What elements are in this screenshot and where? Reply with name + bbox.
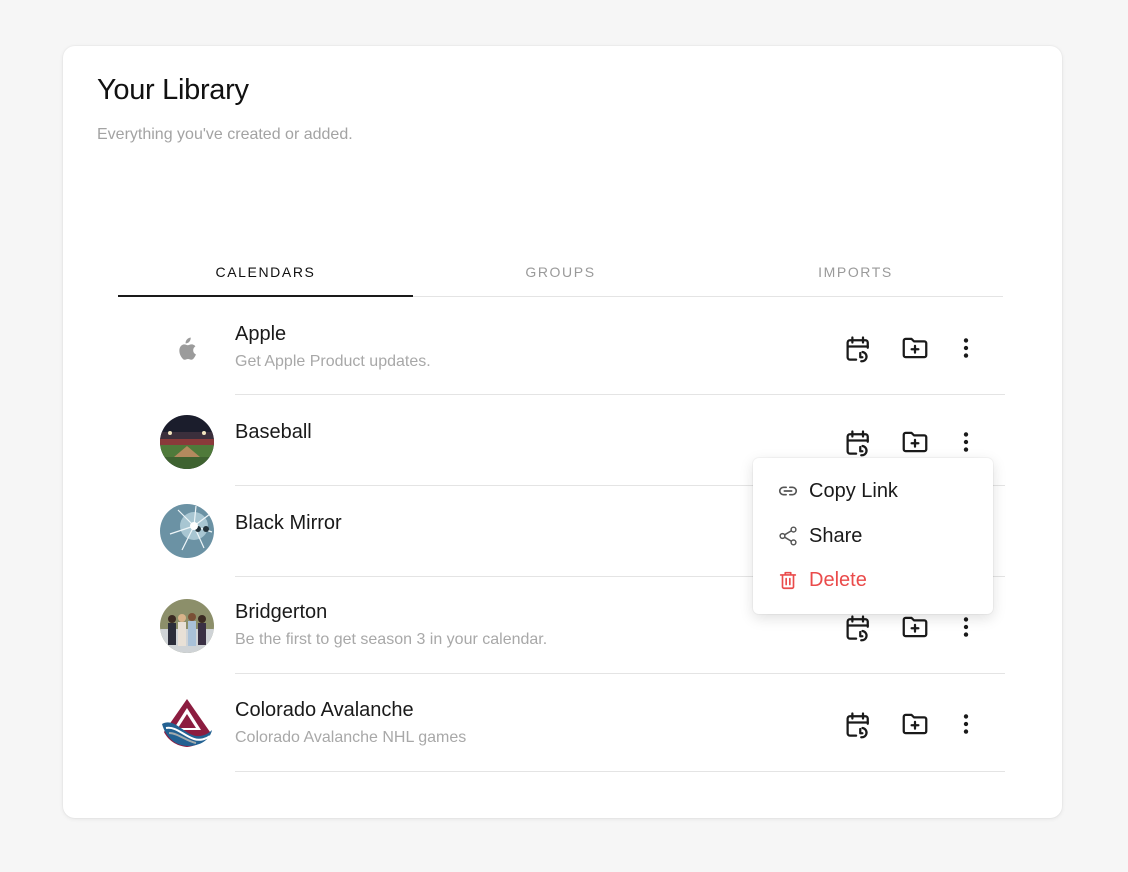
menu-item-delete[interactable]: Delete — [753, 560, 993, 600]
folder-add-icon[interactable] — [897, 706, 933, 742]
avalanche-logo-image — [160, 696, 214, 750]
menu-item-share[interactable]: Share — [753, 516, 993, 556]
page-subtitle: Everything you've created or added. — [97, 126, 353, 143]
calendar-row-colorado-avalanche[interactable]: Colorado Avalanche Colorado Avalanche NH… — [160, 674, 1005, 772]
calendar-sync-icon[interactable] — [840, 610, 876, 646]
black-mirror-image — [160, 504, 214, 558]
folder-add-icon[interactable] — [897, 330, 933, 366]
tab-groups[interactable]: GROUPS — [413, 248, 708, 296]
apple-logo-icon — [160, 319, 214, 373]
menu-item-label: Copy Link — [809, 479, 898, 502]
menu-item-label: Share — [809, 524, 863, 547]
calendar-title: Black Mirror — [235, 512, 342, 534]
calendar-sync-icon[interactable] — [840, 425, 876, 461]
more-vertical-icon[interactable] — [948, 706, 984, 742]
folder-add-icon[interactable] — [897, 609, 933, 645]
calendar-title: Colorado Avalanche — [235, 699, 414, 721]
link-icon — [776, 479, 800, 503]
calendar-sync-icon[interactable] — [840, 707, 876, 743]
bridgerton-image — [160, 599, 214, 653]
share-icon — [776, 524, 800, 548]
calendar-title: Baseball — [235, 421, 312, 443]
menu-item-copy-link[interactable]: Copy Link — [753, 471, 993, 511]
trash-icon — [776, 568, 800, 592]
baseball-stadium-image — [160, 415, 214, 469]
page-title: Your Library — [97, 74, 249, 106]
context-menu: Copy Link Share Delete — [753, 458, 993, 614]
calendar-row-apple[interactable]: Apple Get Apple Product updates. — [160, 297, 1005, 395]
tab-calendars[interactable]: CALENDARS — [118, 248, 413, 297]
more-vertical-icon[interactable] — [948, 609, 984, 645]
calendar-description: Get Apple Product updates. — [235, 353, 431, 370]
menu-item-label: Delete — [809, 568, 867, 591]
row-divider — [235, 771, 1005, 772]
calendar-description: Colorado Avalanche NHL games — [235, 729, 467, 746]
tab-bar: CALENDARS GROUPS IMPORTS — [118, 248, 1003, 297]
calendar-title: Bridgerton — [235, 601, 328, 623]
calendar-sync-icon[interactable] — [840, 331, 876, 367]
more-vertical-icon[interactable] — [948, 424, 984, 460]
calendar-title: Apple — [235, 323, 287, 345]
tab-imports[interactable]: IMPORTS — [708, 248, 1003, 296]
folder-add-icon[interactable] — [897, 424, 933, 460]
calendar-description: Be the first to get season 3 in your cal… — [235, 631, 548, 648]
more-vertical-icon[interactable] — [948, 330, 984, 366]
